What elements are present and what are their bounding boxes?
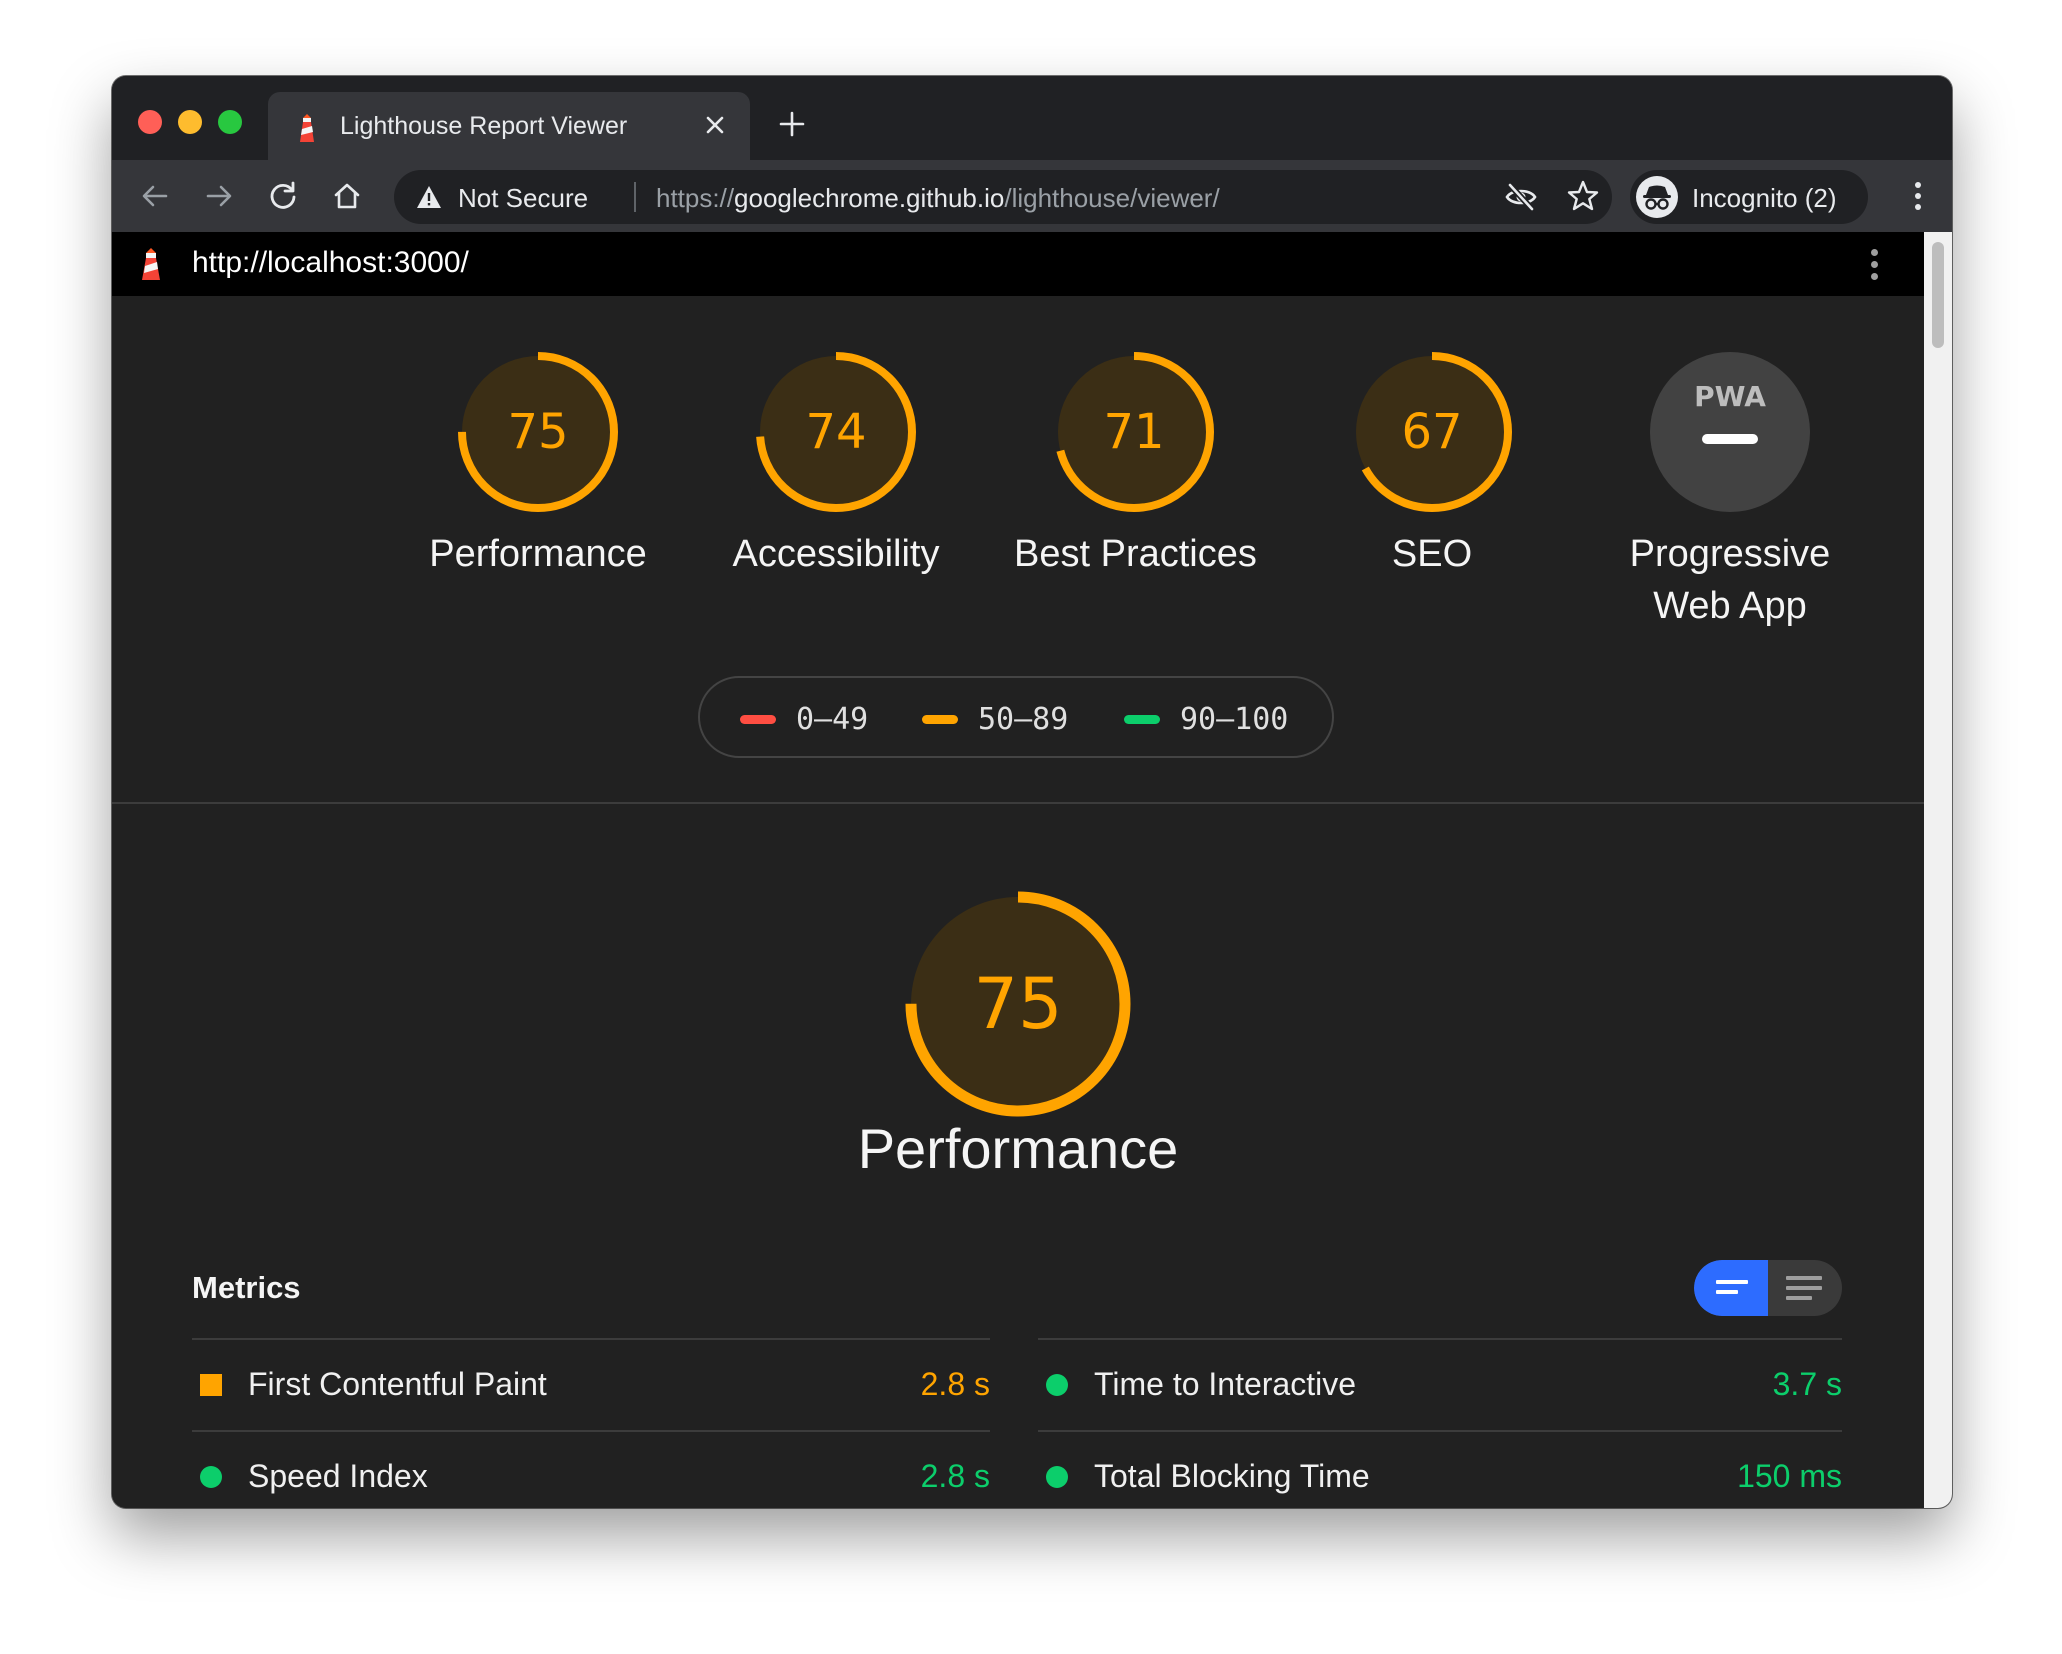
- report-page: http://localhost:3000/ 75 Performance 74…: [112, 232, 1924, 1508]
- lighthouse-icon: [142, 248, 160, 280]
- metric-value: 3.7 s: [1772, 1366, 1842, 1402]
- close-icon[interactable]: [698, 108, 732, 142]
- score-value: 67: [1401, 404, 1462, 460]
- minus-icon: [1702, 434, 1758, 444]
- metric-row: Time to Interactive 3.7 s: [1038, 1338, 1842, 1432]
- metrics-view-toggle[interactable]: [1694, 1260, 1842, 1316]
- reload-icon[interactable]: [262, 175, 304, 217]
- gauge-best-practices[interactable]: 71 Best Practices: [1014, 348, 1257, 580]
- plus-icon[interactable]: [774, 106, 810, 142]
- metric-row: First Contentful Paint 2.8 s: [192, 1338, 990, 1432]
- url-scheme: https://: [656, 183, 735, 213]
- omnibox-separator: [634, 182, 636, 212]
- url-host: googlechrome.github.io: [734, 183, 1005, 213]
- metric-label: Time to Interactive: [1094, 1366, 1357, 1402]
- list-view-icon[interactable]: [1768, 1260, 1842, 1316]
- average-indicator: [200, 1374, 222, 1396]
- browser-toolbar: Not Secure https://googlechrome.github.i…: [112, 160, 1952, 232]
- section-title: Performance: [857, 1117, 1179, 1180]
- legend-range: 90–100: [1180, 702, 1289, 737]
- tab-title: Lighthouse Report Viewer: [340, 112, 628, 140]
- gauge-performance[interactable]: 75 Performance: [418, 348, 658, 580]
- metric-value: 150 ms: [1737, 1458, 1842, 1494]
- url-text[interactable]: https://googlechrome.github.io/lighthous…: [656, 183, 1220, 214]
- pass-indicator: [1046, 1466, 1068, 1488]
- tab-lighthouse-report-viewer[interactable]: Lighthouse Report Viewer: [268, 92, 750, 160]
- lighthouse-icon: [300, 114, 314, 142]
- report-url: http://localhost:3000/: [192, 246, 469, 279]
- security-label[interactable]: Not Secure: [458, 183, 588, 214]
- metrics-heading: Metrics: [192, 1270, 301, 1305]
- minimize-window-button[interactable]: [178, 110, 202, 134]
- category-label: Best Practices: [1014, 533, 1257, 575]
- legend-range: 0–49: [796, 702, 869, 737]
- browser-window: Lighthouse Report Viewer Not Secure http…: [112, 76, 1952, 1508]
- score-value: 71: [1103, 404, 1164, 460]
- category-label: SEO: [1391, 533, 1473, 575]
- gauge-performance-large: 75: [905, 891, 1131, 1117]
- legend-swatch: [922, 715, 958, 724]
- more-vert-icon[interactable]: [1864, 246, 1884, 282]
- legend-swatch: [1124, 715, 1160, 724]
- metric-label: First Contentful Paint: [248, 1366, 547, 1402]
- pwa-icon: PWA: [1650, 352, 1810, 512]
- gauge-ring: 71: [1054, 352, 1214, 512]
- metric-label: Speed Index: [248, 1458, 428, 1494]
- metric-value: 2.8 s: [920, 1366, 990, 1402]
- legend-swatch: [740, 715, 776, 724]
- gauge-seo[interactable]: 67 SEO: [1312, 348, 1552, 580]
- metric-row: Speed Index 2.8 s: [192, 1430, 990, 1508]
- incognito-icon: [1636, 176, 1678, 218]
- eye-off-icon[interactable]: [1504, 180, 1538, 214]
- gauge-accessibility[interactable]: 74 Accessibility: [716, 348, 956, 580]
- tab-strip: Lighthouse Report Viewer: [112, 76, 1952, 160]
- report-topbar: http://localhost:3000/: [112, 232, 1924, 296]
- address-bar[interactable]: Not Secure https://googlechrome.github.i…: [394, 170, 1612, 224]
- page-scrollbar[interactable]: [1924, 232, 1952, 1508]
- score-value: 74: [805, 404, 866, 460]
- zoom-window-button[interactable]: [218, 110, 242, 134]
- gauge-ring: 67: [1352, 352, 1512, 512]
- pass-indicator: [200, 1466, 222, 1488]
- score-value: 75: [973, 963, 1062, 1045]
- score-legend: 0–49 50–89 90–100: [698, 676, 1334, 758]
- home-icon[interactable]: [326, 175, 368, 217]
- pwa-badge-text: PWA: [1694, 380, 1766, 413]
- scrollbar-thumb[interactable]: [1932, 242, 1944, 348]
- pass-indicator: [1046, 1374, 1068, 1396]
- star-icon[interactable]: [1566, 179, 1600, 213]
- metric-value: 2.8 s: [920, 1458, 990, 1494]
- expanded-view-icon[interactable]: [1694, 1260, 1768, 1316]
- incognito-label: Incognito (2): [1692, 183, 1837, 213]
- warning-icon[interactable]: [416, 185, 442, 209]
- gauge-ring: 74: [756, 352, 916, 512]
- legend-range: 50–89: [978, 702, 1069, 737]
- section-divider: [112, 802, 1924, 804]
- more-vert-icon[interactable]: [1898, 176, 1938, 216]
- close-window-button[interactable]: [138, 110, 162, 134]
- category-label: Accessibility: [732, 533, 940, 575]
- metric-label: Total Blocking Time: [1094, 1458, 1370, 1494]
- gauge-progressive-web-app[interactable]: PWA Progressive Web App: [1610, 348, 1850, 632]
- url-path: /lighthouse/viewer/: [1004, 183, 1220, 213]
- incognito-profile-button[interactable]: Incognito (2): [1630, 170, 1868, 224]
- forward-arrow-icon[interactable]: [198, 175, 240, 217]
- gauge-ring: 75: [458, 352, 618, 512]
- category-label: Progressive Web App: [1629, 533, 1831, 627]
- back-arrow-icon[interactable]: [134, 175, 176, 217]
- metric-row: Total Blocking Time 150 ms: [1038, 1430, 1842, 1508]
- score-value: 75: [507, 404, 568, 460]
- category-label: Performance: [429, 533, 647, 575]
